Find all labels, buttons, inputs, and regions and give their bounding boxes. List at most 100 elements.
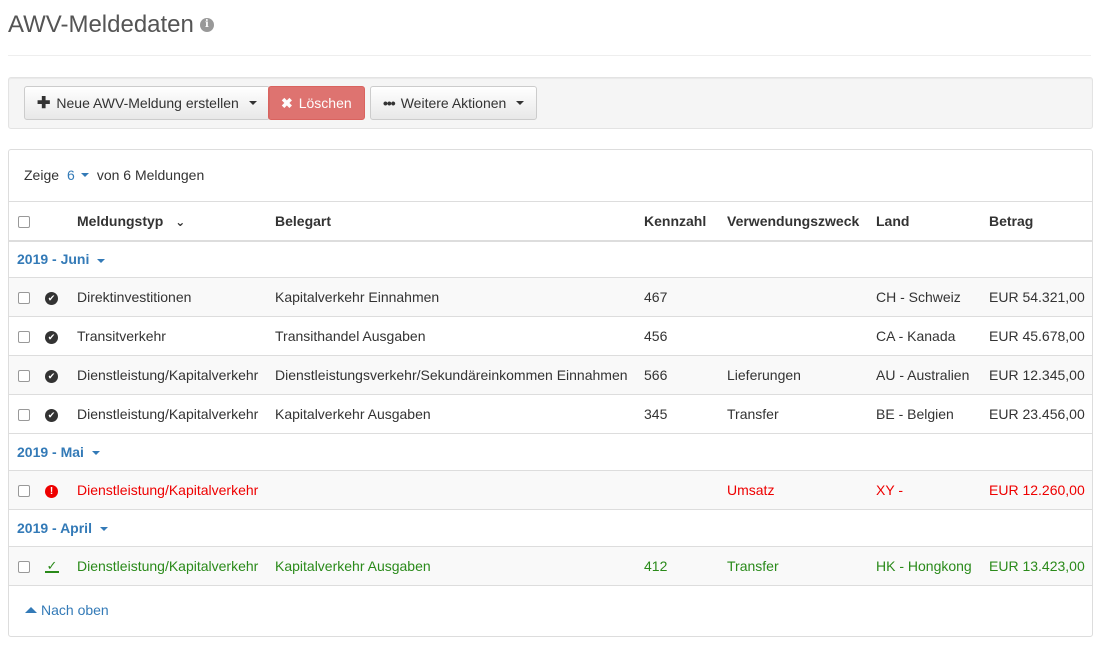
chevron-down-icon xyxy=(99,527,108,532)
cell-typ: Dienstleistung/Kapitalverkehr xyxy=(77,482,259,498)
cell-beleg xyxy=(275,471,644,510)
cell-kennzahl: 345 xyxy=(644,406,668,422)
page-size-dropdown[interactable]: 6 xyxy=(67,167,89,183)
reports-table: Meldungstyp ⌄ Belegart Kennzahl Verwendu… xyxy=(9,201,1092,586)
column-meldungstyp[interactable]: Meldungstyp ⌄ xyxy=(77,202,275,241)
cell-land: CH - Schweiz xyxy=(876,289,961,305)
cell-zweck: Transfer xyxy=(727,406,779,422)
page-header: AWV-Meldedaten i xyxy=(8,8,1091,56)
table-row[interactable]: ! Dienstleistung/Kapitalverkehr Umsatz X… xyxy=(9,470,1092,510)
group-row[interactable]: 2019 - April xyxy=(9,510,1092,547)
cell-beleg: Kapitalverkehr Ausgaben xyxy=(275,558,431,574)
cell-beleg: Kapitalverkehr Ausgaben xyxy=(275,406,431,422)
cell-land: CA - Kanada xyxy=(876,328,956,344)
select-all-cell xyxy=(9,202,45,241)
table-header-row: Meldungstyp ⌄ Belegart Kennzahl Verwendu… xyxy=(9,201,1092,241)
arrow-up-icon xyxy=(25,607,37,613)
column-verwendungszweck: Verwendungszweck xyxy=(727,212,860,229)
cell-typ: Dienstleistung/Kapitalverkehr xyxy=(77,406,259,422)
back-to-top-label: Nach oben xyxy=(41,602,109,618)
chevron-down-icon xyxy=(516,101,525,105)
cell-zweck: Umsatz xyxy=(727,482,775,498)
close-icon: ✖ xyxy=(281,94,293,111)
cell-betrag: EUR 54.321,00 xyxy=(989,289,1085,305)
cell-kennzahl: 467 xyxy=(644,289,668,305)
cell-beleg: Dienstleistungsverkehr/Sekundäreinkommen… xyxy=(275,367,628,383)
page-title-wrap: AWV-Meldedaten i xyxy=(8,11,214,39)
page-size-value: 6 xyxy=(67,167,75,183)
show-suffix: von 6 Meldungen xyxy=(96,167,205,183)
row-checkbox[interactable] xyxy=(18,485,30,498)
delete-label: Löschen xyxy=(298,95,352,111)
cell-kennzahl: 456 xyxy=(644,328,668,344)
row-checkbox[interactable] xyxy=(18,561,30,574)
cell-betrag: EUR 12.345,00 xyxy=(989,367,1085,383)
group-label: 2019 - Mai xyxy=(17,444,84,460)
group-label: 2019 - Juni xyxy=(17,251,90,268)
cell-beleg: Kapitalverkehr Einnahmen xyxy=(275,289,440,305)
check-icon: ✔ xyxy=(45,291,58,305)
chevron-down-icon xyxy=(80,173,89,177)
cell-land: HK - Hongkong xyxy=(876,558,972,574)
cell-betrag: EUR 45.678,00 xyxy=(989,328,1085,344)
plus-icon: ✚ xyxy=(37,95,51,112)
check-icon: ✔ xyxy=(45,408,58,422)
cell-zweck xyxy=(727,317,876,356)
cell-betrag: EUR 13.423,00 xyxy=(989,558,1085,574)
column-meldungstyp-label: Meldungstyp xyxy=(77,212,164,229)
cell-land: XY - xyxy=(876,482,903,498)
new-report-button[interactable]: ✚ Neue AWV-Meldung erstellen xyxy=(24,86,270,120)
more-actions-label: Weitere Aktionen xyxy=(400,95,507,111)
check-icon: ✔ xyxy=(45,330,58,344)
chevron-down-icon xyxy=(91,451,100,456)
check-icon: ✔ xyxy=(45,369,58,383)
table-row[interactable]: ✔ Transitverkehr Transithandel Ausgaben … xyxy=(9,317,1092,356)
info-icon[interactable]: i xyxy=(199,18,214,32)
cell-typ: Dienstleistung/Kapitalverkehr xyxy=(77,558,259,574)
show-prefix: Zeige xyxy=(24,167,60,183)
select-all-checkbox[interactable] xyxy=(18,216,30,229)
chevron-down-icon xyxy=(97,258,106,263)
error-icon: ! xyxy=(45,484,58,498)
row-checkbox[interactable] xyxy=(18,331,30,344)
column-belegart: Belegart xyxy=(275,212,332,229)
ellipsis-icon: ••• xyxy=(383,95,396,111)
group-row[interactable]: 2019 - Juni xyxy=(9,241,1092,278)
cell-land: BE - Belgien xyxy=(876,406,954,422)
cell-kennzahl: 412 xyxy=(644,558,668,574)
sent-icon: ✓ xyxy=(45,558,59,574)
column-land: Land xyxy=(876,212,910,229)
table-row[interactable]: ✔ Dienstleistung/Kapitalverkehr Kapitalv… xyxy=(9,395,1092,434)
reports-panel: Zeige 6 von 6 Meldungen Meldungstyp ⌄ Be… xyxy=(8,149,1093,637)
chevron-down-icon xyxy=(248,101,257,105)
more-actions-button[interactable]: ••• Weitere Aktionen xyxy=(370,86,538,120)
cell-beleg: Transithandel Ausgaben xyxy=(275,328,426,344)
cell-typ: Dienstleistung/Kapitalverkehr xyxy=(77,367,259,383)
page-size-line: Zeige 6 von 6 Meldungen xyxy=(24,167,204,183)
row-checkbox[interactable] xyxy=(18,370,30,383)
row-checkbox[interactable] xyxy=(18,292,30,305)
cell-typ: Direktinvestitionen xyxy=(77,289,192,305)
cell-zweck: Lieferungen xyxy=(727,367,801,383)
toolbar: ✚ Neue AWV-Meldung erstellen ✖ Löschen •… xyxy=(8,77,1093,129)
column-betrag: Betrag xyxy=(989,212,1034,229)
sort-chevron-icon: ⌄ xyxy=(175,214,186,229)
cell-kennzahl xyxy=(644,471,727,510)
back-to-top-link[interactable]: Nach oben xyxy=(25,602,109,618)
cell-zweck xyxy=(727,278,876,317)
cell-typ: Transitverkehr xyxy=(77,328,166,344)
new-report-label: Neue AWV-Meldung erstellen xyxy=(56,95,239,111)
page-title: AWV-Meldedaten xyxy=(8,11,194,38)
cell-betrag: EUR 23.456,00 xyxy=(989,406,1085,422)
cell-land: AU - Australien xyxy=(876,367,970,383)
column-kennzahl: Kennzahl xyxy=(644,212,707,229)
row-checkbox[interactable] xyxy=(18,409,30,422)
group-row[interactable]: 2019 - Mai xyxy=(9,434,1092,471)
table-row[interactable]: ✔ Direktinvestitionen Kapitalverkehr Ein… xyxy=(9,277,1092,317)
delete-button[interactable]: ✖ Löschen xyxy=(268,86,365,120)
cell-betrag: EUR 12.260,00 xyxy=(989,482,1085,498)
table-row[interactable]: ✔ Dienstleistung/Kapitalverkehr Dienstle… xyxy=(9,355,1092,395)
table-row[interactable]: ✓ Dienstleistung/Kapitalverkehr Kapitalv… xyxy=(9,546,1092,586)
cell-kennzahl: 566 xyxy=(644,367,668,383)
group-label: 2019 - April xyxy=(17,520,92,536)
